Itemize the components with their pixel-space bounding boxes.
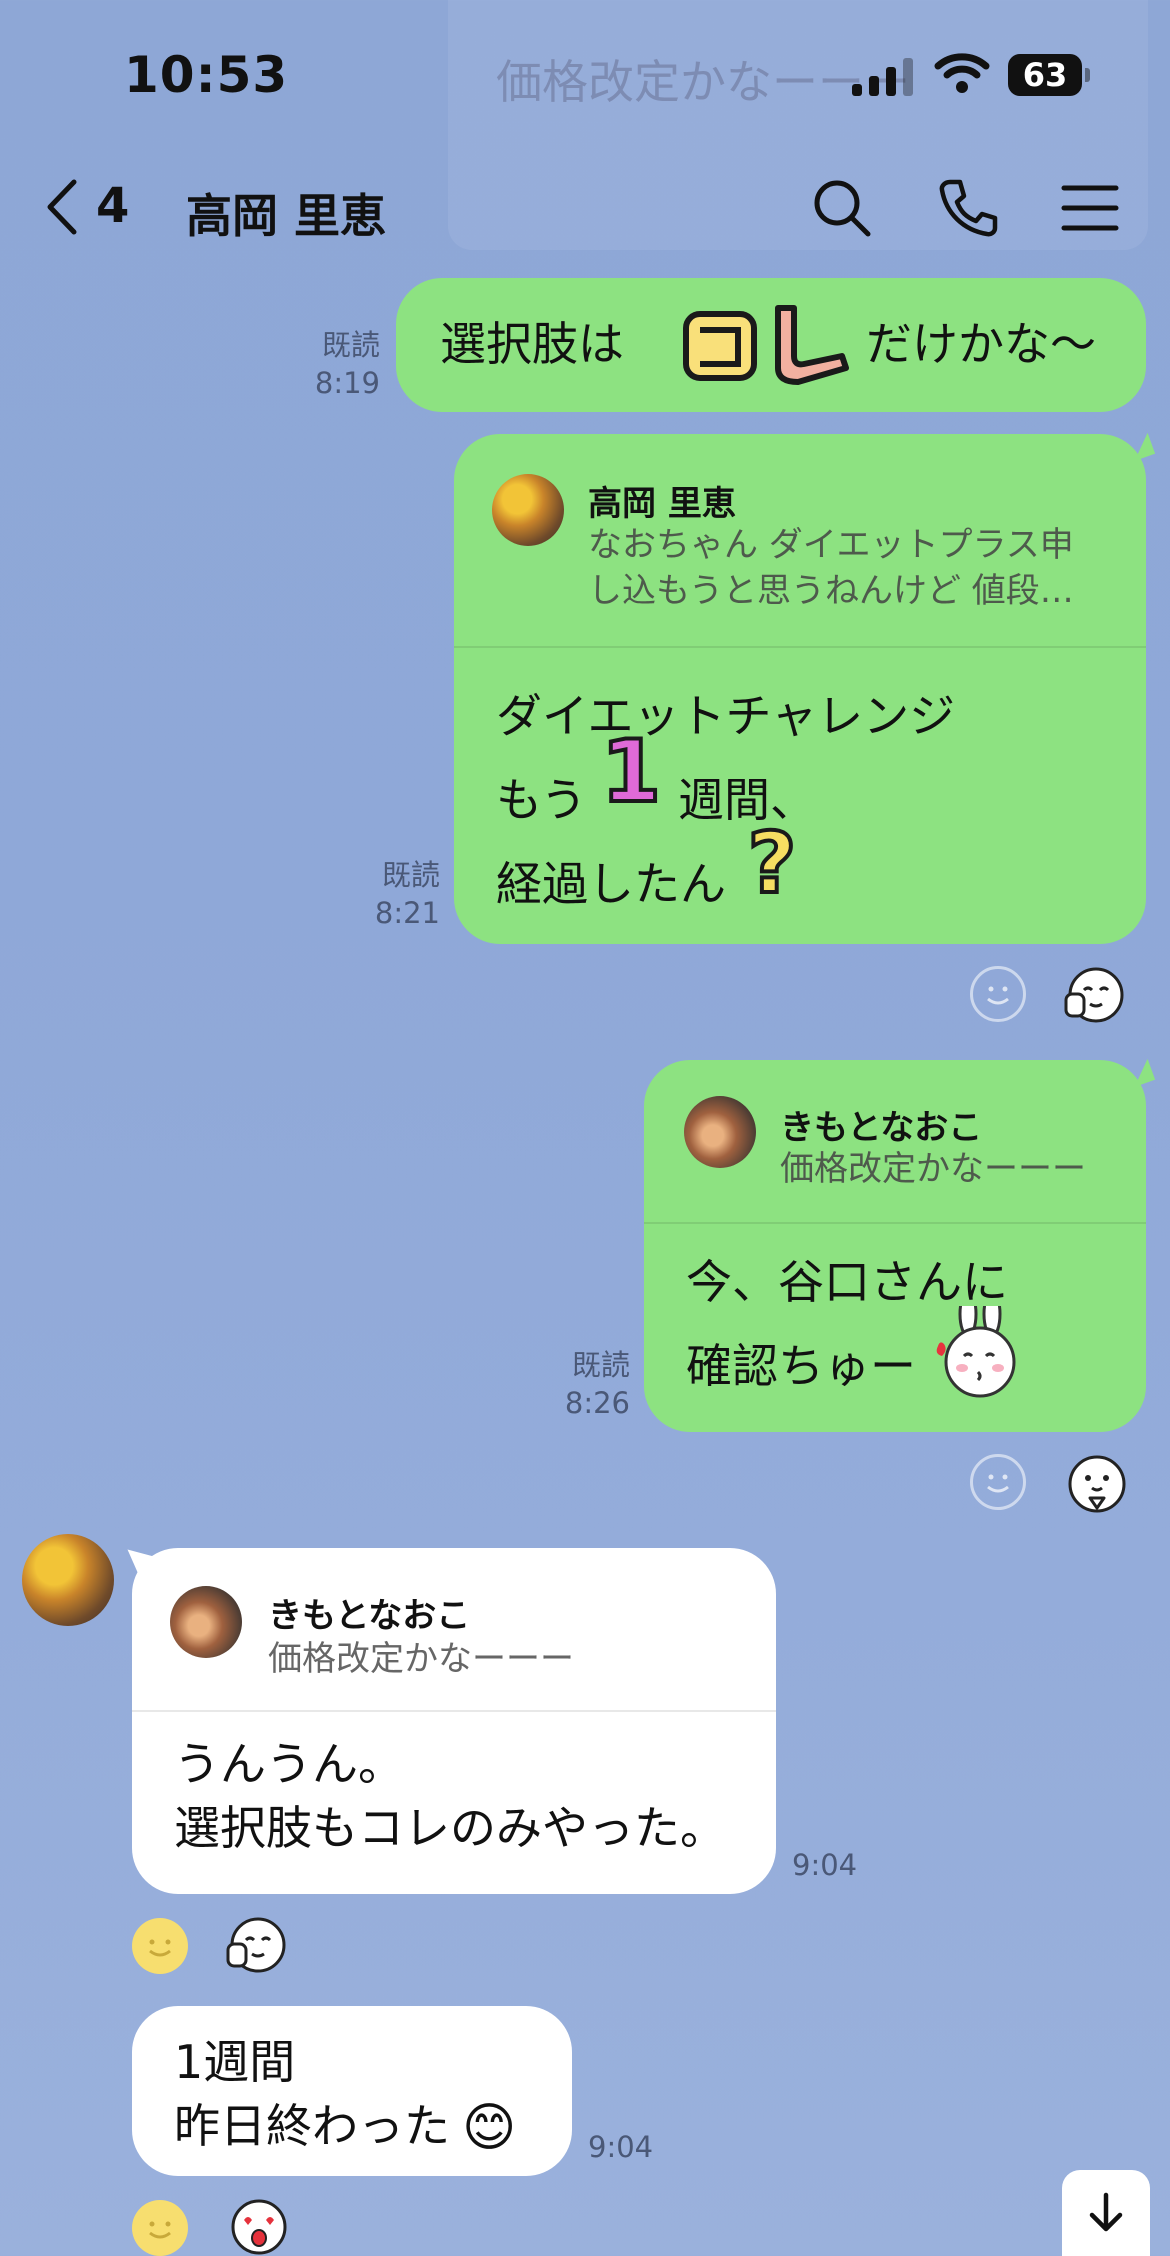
message-line: ダイエットチャレンジ — [496, 689, 956, 743]
wifi-icon — [934, 53, 990, 93]
message-line: 1週間 — [174, 2035, 296, 2089]
search-icon[interactable] — [810, 176, 874, 240]
message-2-meta: 既読 8:21 — [360, 856, 440, 932]
reply-quote[interactable]: きもとなおこ 価格改定かなーーー — [644, 1060, 1146, 1224]
smiling-face-emoji: 😊 — [462, 2098, 517, 2158]
reply-quote[interactable]: きもとなおこ 価格改定かなーーー — [132, 1548, 776, 1712]
reply-preview-text: 価格改定かなーーー — [780, 1149, 1086, 1189]
reply-avatar — [492, 474, 564, 546]
reply-sender-name: 高岡 里恵 — [588, 484, 736, 524]
reply-message-bubble[interactable]: きもとなおこ 価格改定かなーーー 今、谷口さんに 確認ちゅー — [644, 1060, 1146, 1432]
battery-icon: 63 — [1008, 54, 1090, 96]
message-time: 9:04 — [588, 2130, 654, 2164]
message-time: 9:04 — [792, 1848, 858, 1882]
reply-preview-line: なおちゃん ダイエットプラス申 — [588, 525, 1074, 565]
message-line: うんうん。 — [174, 1737, 404, 1791]
background-message-preview — [448, 0, 1148, 250]
message-text: だけかな〜 — [866, 317, 1096, 371]
scroll-to-bottom-button[interactable] — [1062, 2170, 1150, 2256]
back-chevron-icon[interactable] — [40, 176, 84, 238]
cony-kiss-sticker-emoji — [936, 1306, 1016, 1398]
message-time: 8:19 — [314, 366, 380, 400]
message-line: 確認ちゅー — [686, 1339, 916, 1393]
thumbs-up-reaction-icon[interactable] — [1062, 964, 1124, 1026]
message-bubble[interactable]: 1週間 昨日終わった 😊 — [132, 2006, 572, 2176]
reply-message-bubble[interactable]: きもとなおこ 価格改定かなーーー うんうん。 選択肢もコレのみやった。 — [132, 1548, 776, 1894]
message-1-meta: 既読 8:19 — [300, 326, 380, 402]
reply-avatar — [684, 1096, 756, 1168]
heart-eyes-reaction-icon[interactable] — [230, 2198, 288, 2256]
sender-avatar[interactable] — [22, 1534, 114, 1626]
read-receipt: 既読 — [321, 328, 380, 362]
praying-face-reaction-icon[interactable] — [1066, 1454, 1128, 1516]
message-bubble[interactable]: 選択肢は だけかな〜 — [396, 278, 1146, 412]
cellular-signal-icon — [852, 56, 914, 96]
thumbs-up-reaction-icon[interactable] — [224, 1914, 286, 1976]
reply-avatar — [170, 1586, 242, 1658]
smile-reaction-icon[interactable] — [132, 1918, 188, 1974]
phone-icon[interactable] — [936, 176, 1000, 240]
add-reaction-icon[interactable] — [970, 966, 1026, 1022]
reply-sender-name: きもとなおこ — [780, 1108, 983, 1148]
unread-count[interactable]: 4 — [96, 178, 129, 234]
reply-sender-name: きもとなおこ — [268, 1596, 471, 1636]
kore-sticker-emoji — [683, 305, 849, 385]
arrow-down-icon — [1089, 2192, 1123, 2232]
reply-quote[interactable]: 高岡 里恵 なおちゃん ダイエットプラス申 し込もうと思うねんけど 値段… — [454, 434, 1146, 648]
reply-preview-line: し込もうと思うねんけど 値段… — [588, 571, 1074, 611]
message-line: 経過したん — [496, 857, 726, 911]
add-reaction-icon[interactable] — [970, 1454, 1026, 1510]
status-time: 10:53 — [124, 46, 289, 104]
message-time: 8:26 — [564, 1386, 630, 1420]
message-text: 選択肢は — [440, 317, 624, 371]
message-line: もう — [496, 773, 587, 827]
number-one-emoji: 1 — [599, 720, 663, 824]
reply-message-bubble[interactable]: 高岡 里恵 なおちゃん ダイエットプラス申 し込もうと思うねんけど 値段… ダイ… — [454, 434, 1146, 944]
reply-preview-text: 価格改定かなーーー — [268, 1639, 574, 1679]
read-receipt: 既読 — [381, 858, 440, 892]
smile-reaction-icon[interactable] — [132, 2200, 188, 2256]
read-receipt: 既読 — [571, 1348, 630, 1382]
message-line: 選択肢もコレのみやった。 — [174, 1801, 726, 1855]
chat-title[interactable]: 高岡 里恵 — [186, 180, 386, 246]
battery-level: 63 — [1022, 56, 1068, 94]
menu-icon[interactable] — [1058, 176, 1122, 240]
message-line: 昨日終わった — [174, 2099, 450, 2153]
question-mark-emoji: ? — [746, 812, 799, 914]
message-time: 8:21 — [374, 896, 440, 930]
message-3-meta: 既読 8:26 — [550, 1346, 630, 1422]
background-preview-text: 価格改定かなーーー — [496, 55, 910, 109]
